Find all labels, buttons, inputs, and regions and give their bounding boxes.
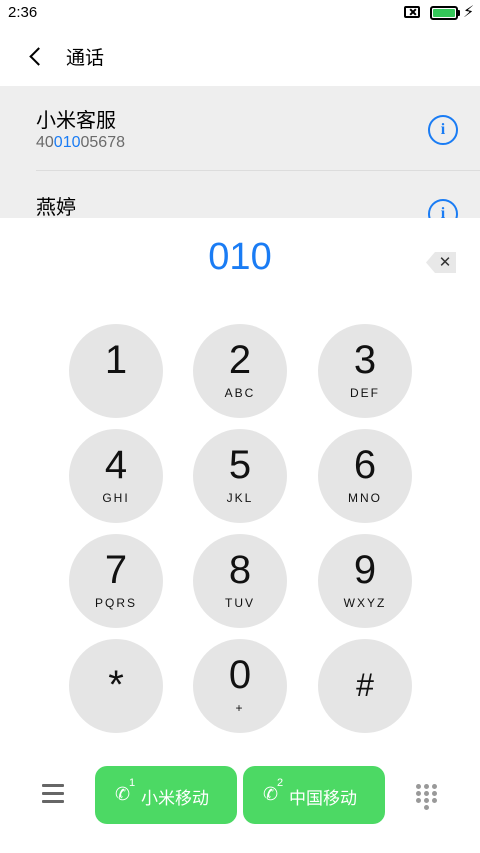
contact-number: 4001005678 <box>36 134 125 152</box>
key-letters: TUV <box>225 596 255 610</box>
key-letters: PQRS <box>94 596 137 610</box>
key-digit: 9 <box>353 548 377 592</box>
key-letters: ABC <box>224 386 256 400</box>
sim-label: 中国移动 <box>289 789 357 808</box>
contact-name: 燕婷 <box>36 197 76 218</box>
key-letters: MNO <box>348 491 382 505</box>
number-suffix: 05678 <box>80 134 126 151</box>
key-8[interactable]: 8 TUV <box>193 534 287 628</box>
key-letters: + <box>235 701 245 715</box>
key-4[interactable]: 4 GHI <box>69 429 163 523</box>
chevron-left-icon[interactable] <box>24 44 50 70</box>
key-digit: * <box>108 663 124 707</box>
key-digit: 7 <box>104 548 128 592</box>
key-digit: 0 <box>228 653 252 697</box>
key-9[interactable]: 9 WXYZ <box>318 534 412 628</box>
key-letters: JKL <box>226 491 254 505</box>
key-1[interactable]: 1 <box>69 324 163 418</box>
number-prefix: 40 <box>36 134 54 151</box>
status-time: 2:36 <box>8 4 38 21</box>
sim-label: 小米移动 <box>141 789 209 808</box>
key-5[interactable]: 5 JKL <box>193 429 287 523</box>
contact-item-1[interactable]: 燕婷 i <box>0 171 480 218</box>
status-bar: 2:36 ⚡︎ <box>0 0 480 28</box>
lightning-icon: ⚡︎ <box>463 2 475 21</box>
key-hash[interactable]: # <box>318 639 412 733</box>
phone-icon: ✆ <box>263 784 279 804</box>
menu-icon[interactable] <box>42 784 64 803</box>
contact-item-0[interactable]: 小米客服 4001005678 i <box>0 86 480 171</box>
top-bar: 通话 <box>0 28 480 86</box>
battery-icon <box>430 6 458 20</box>
key-digit: 6 <box>353 443 377 487</box>
key-0[interactable]: 0 + <box>193 639 287 733</box>
bottom-bar: ✆ 1 小米移动 ✆ 2 中国移动 <box>0 766 480 826</box>
number-match: 010 <box>53 134 81 151</box>
contact-name: 小米客服 <box>36 110 116 132</box>
info-icon[interactable]: i <box>428 115 458 145</box>
key-digit: 4 <box>104 443 128 487</box>
key-digit: 5 <box>228 443 252 487</box>
sim-index: 1 <box>129 777 136 789</box>
key-digit: 3 <box>353 338 377 382</box>
call-sim2-button[interactable]: ✆ 2 中国移动 <box>243 766 385 824</box>
keypad-grid-icon[interactable] <box>416 784 438 810</box>
key-digit: 2 <box>228 338 252 382</box>
notification-x-icon <box>404 6 420 18</box>
key-letters: GHI <box>102 491 130 505</box>
key-digit: # <box>356 667 374 703</box>
key-3[interactable]: 3 DEF <box>318 324 412 418</box>
key-6[interactable]: 6 MNO <box>318 429 412 523</box>
key-letters: DEF <box>350 386 380 400</box>
contact-list: 小米客服 4001005678 i 燕婷 i <box>0 86 480 218</box>
key-digit: 1 <box>104 338 128 382</box>
info-icon[interactable]: i <box>428 199 458 218</box>
call-sim1-button[interactable]: ✆ 1 小米移动 <box>95 766 237 824</box>
backspace-button[interactable]: ✕ <box>426 252 456 273</box>
key-star[interactable]: * <box>69 639 163 733</box>
key-2[interactable]: 2 ABC <box>193 324 287 418</box>
page-title: 通话 <box>66 48 105 69</box>
sim-index: 2 <box>277 777 284 789</box>
close-icon: ✕ <box>438 253 452 271</box>
key-digit: 8 <box>228 548 252 592</box>
key-letters: WXYZ <box>343 596 387 610</box>
key-7[interactable]: 7 PQRS <box>69 534 163 628</box>
phone-icon: ✆ <box>115 784 131 804</box>
battery-cap <box>457 10 460 16</box>
dial-display: 010 <box>208 236 272 278</box>
